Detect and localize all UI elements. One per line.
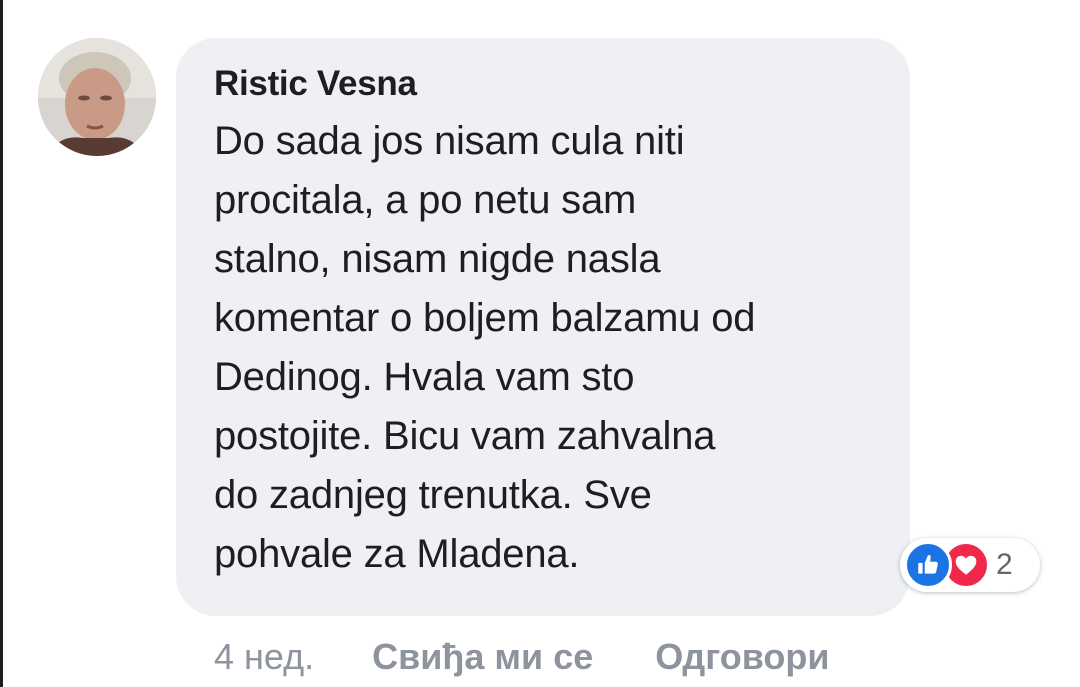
like-button[interactable]: Свиђа ми се bbox=[372, 636, 593, 678]
comment-author[interactable]: Ristic Vesna bbox=[214, 64, 874, 104]
comment-timestamp[interactable]: 4 нед. bbox=[214, 636, 314, 678]
reaction-count: 2 bbox=[996, 548, 1013, 581]
reactions-summary[interactable]: 2 bbox=[900, 538, 1040, 592]
comment-bubble: Ristic Vesna Do sada jos nisam cula niti… bbox=[176, 38, 910, 616]
like-icon bbox=[904, 541, 952, 589]
comment-actions: 4 нед. Свиђа ми се Одговори bbox=[214, 632, 829, 682]
window-edge bbox=[0, 0, 3, 687]
reply-button[interactable]: Одговори bbox=[655, 636, 829, 678]
comment-text: Do sada jos nisam cula niti procitala, a… bbox=[214, 119, 756, 576]
avatar[interactable] bbox=[38, 38, 156, 156]
profile-photo bbox=[38, 38, 156, 156]
